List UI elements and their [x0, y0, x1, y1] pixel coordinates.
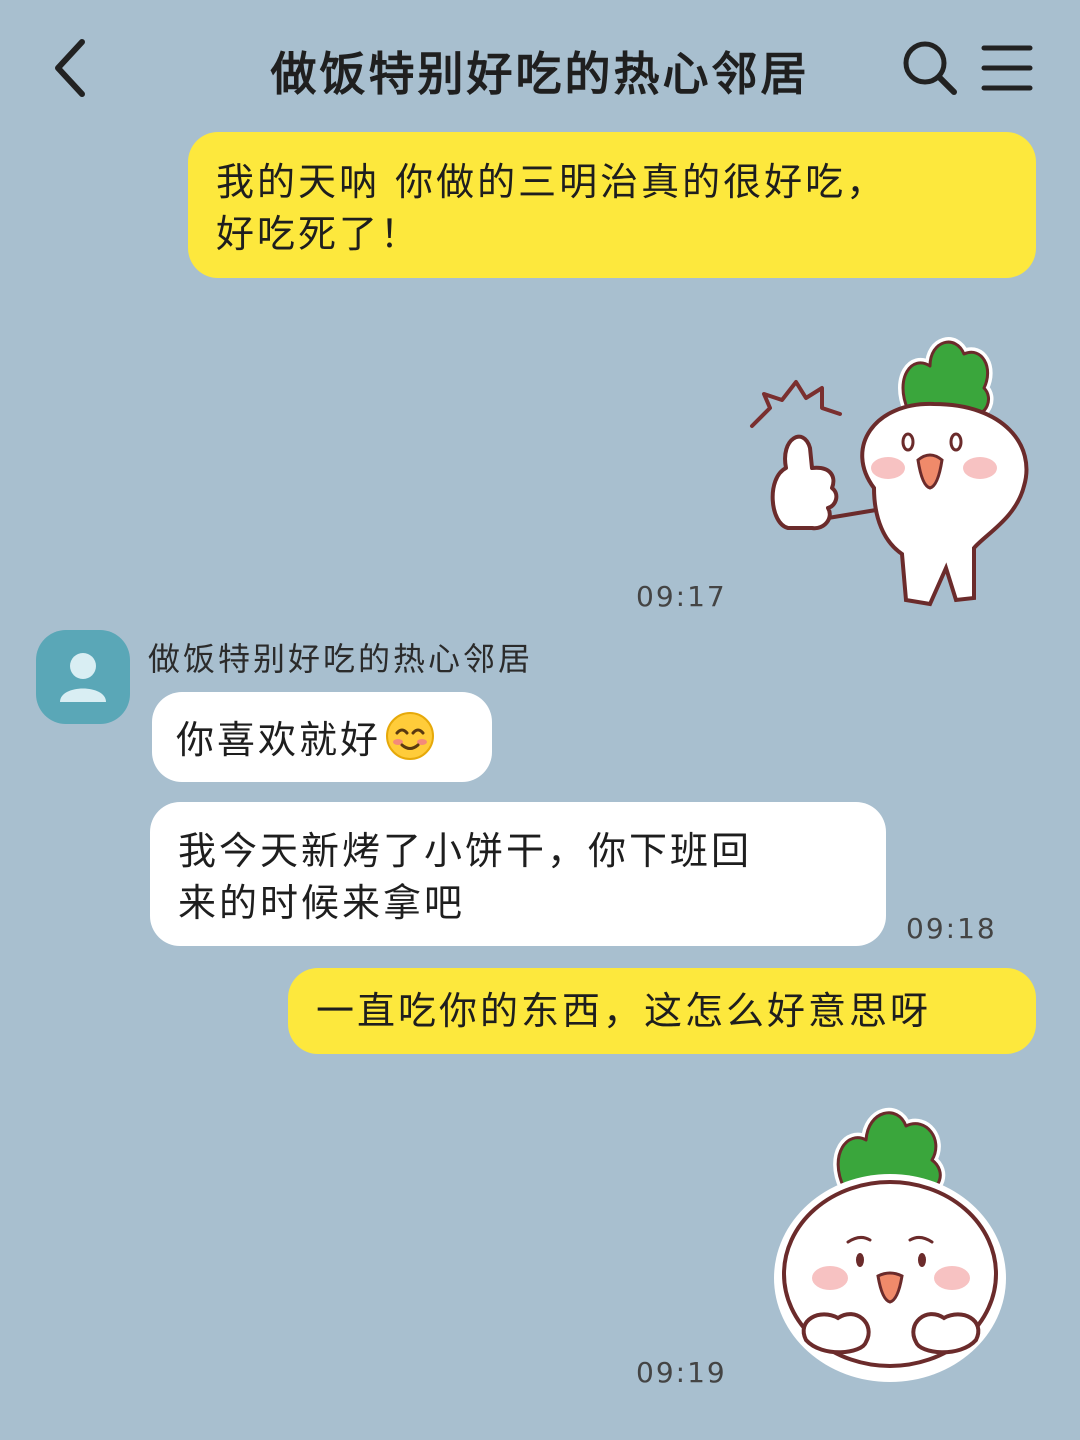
message-line: 我的天呐 你做的三明治真的很好吃， — [216, 160, 888, 204]
timestamp: 09:19 — [636, 1356, 727, 1389]
message-line: 来的时候来拿吧 — [178, 881, 466, 925]
message-line: 好吃死了！ — [216, 212, 422, 256]
message-text: 一直吃你的东西，这怎么好意思呀 — [316, 989, 932, 1033]
menu-button[interactable] — [976, 38, 1040, 102]
my-message-bubble[interactable]: 一直吃你的东西，这怎么好意思呀 — [288, 968, 1036, 1054]
contact-avatar[interactable] — [36, 630, 130, 724]
smiling-face-emoji — [386, 712, 435, 760]
my-message-bubble[interactable]: 我的天呐 你做的三明治真的很好吃， 好吃死了！ — [188, 132, 1036, 278]
chat-header: 做饭特别好吃的热心邻居 — [0, 0, 1080, 130]
timestamp: 09:18 — [906, 912, 997, 945]
their-message-bubble[interactable]: 你喜欢就好 — [152, 692, 492, 782]
chat-title: 做饭特别好吃的热心邻居 — [270, 47, 810, 101]
radish-shy-sticker[interactable] — [766, 1092, 1016, 1382]
search-icon — [903, 41, 957, 95]
chevron-left-icon — [55, 39, 85, 97]
message-line: 我今天新烤了小饼干，你下班回 — [178, 829, 753, 873]
message-text: 你喜欢就好 — [176, 718, 382, 762]
back-button[interactable] — [40, 28, 110, 108]
user-icon — [60, 653, 106, 702]
sender-name: 做饭特别好吃的热心邻居 — [148, 640, 534, 678]
search-button[interactable] — [898, 36, 962, 100]
timestamp: 09:17 — [636, 580, 727, 613]
radish-thumbs-up-sticker[interactable] — [724, 318, 1044, 618]
their-message-bubble[interactable]: 我今天新烤了小饼干，你下班回 来的时候来拿吧 — [150, 802, 886, 946]
menu-icon — [981, 45, 1033, 91]
